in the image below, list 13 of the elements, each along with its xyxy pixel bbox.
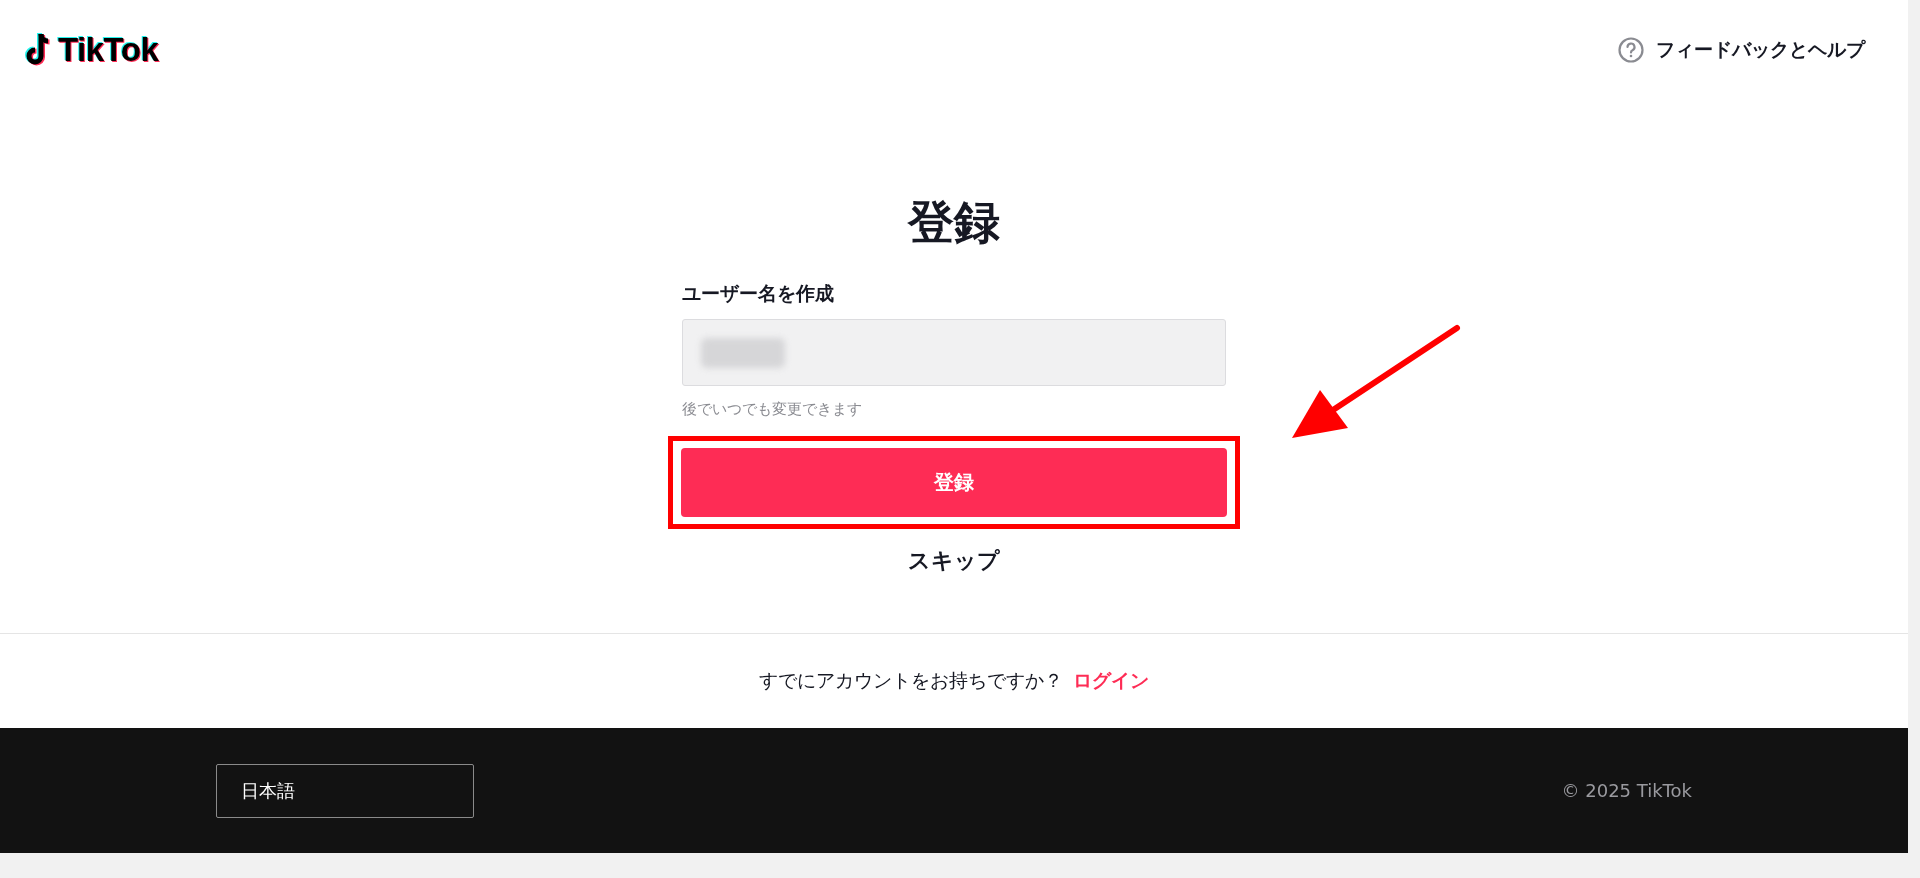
page-title: 登録 (906, 194, 1001, 251)
field-label: ユーザー名を作成 (682, 281, 835, 306)
skip-link[interactable]: スキップ (908, 545, 1000, 577)
field-hint: 後でいつでも変更できます (682, 399, 863, 420)
help-link[interactable]: フィードバックとヘルプ (1618, 37, 1865, 63)
language-select[interactable]: 日本語 (216, 763, 474, 818)
login-prompt: すでにアカウントをお持ちですか？ (759, 668, 1063, 693)
submit-button[interactable]: 登録 (681, 448, 1227, 517)
logo-text[interactable]: TikTok (58, 31, 159, 69)
username-field[interactable] (682, 319, 1226, 386)
login-link[interactable]: ログイン (1073, 668, 1149, 694)
copyright-text: © 2025 TikTok (1561, 780, 1692, 801)
help-icon (1618, 37, 1644, 63)
